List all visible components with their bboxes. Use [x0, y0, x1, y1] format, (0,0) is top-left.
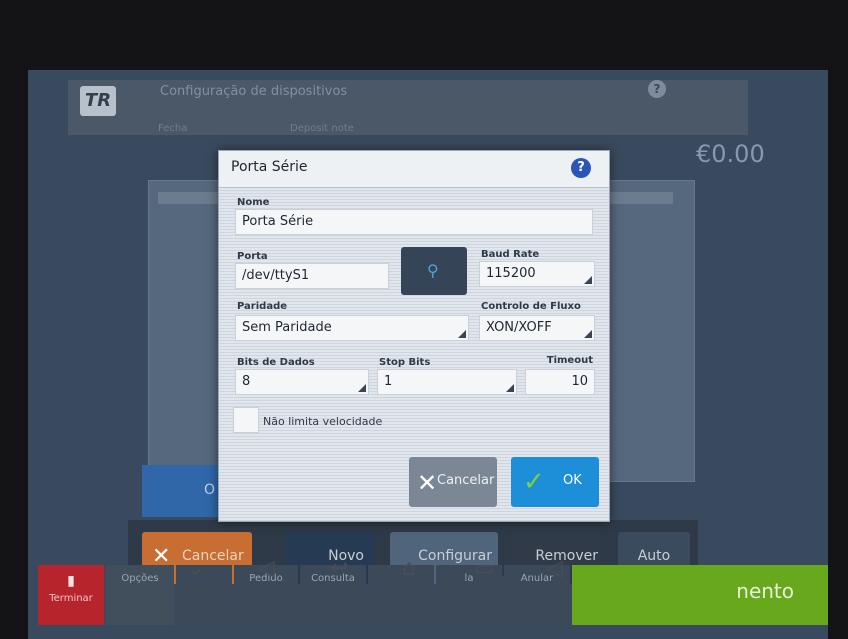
background-remover-label: Remover [535, 548, 598, 564]
stop-bits-select[interactable]: 1 [377, 369, 517, 395]
app-logo: TR [80, 86, 116, 116]
opcoes-label: Opções [121, 573, 159, 584]
close-icon: ✕ [417, 469, 438, 497]
search-port-button[interactable]: ⚲ [401, 247, 467, 295]
timeout-input[interactable]: 10 [525, 369, 595, 395]
terminar-button: ▮ Terminar [38, 565, 104, 625]
controlo-fluxo-label: Controlo de Fluxo [481, 301, 581, 312]
search-icon: ⚲ [427, 261, 439, 280]
stop-bits-label: Stop Bits [379, 357, 431, 368]
opcoes-button: Opções [106, 565, 174, 625]
background-subheader-left: Fecha [158, 123, 188, 134]
ok-button[interactable]: ✓ OK [511, 457, 599, 507]
controlo-fluxo-select[interactable]: XON/XOFF [479, 315, 595, 341]
baud-rate-select[interactable]: 115200 [479, 261, 595, 287]
paridade-select[interactable]: Sem Paridade [235, 315, 469, 341]
baud-rate-label: Baud Rate [481, 249, 540, 260]
stop-bits-value: 1 [384, 374, 393, 389]
bottom-button-6 [368, 565, 434, 625]
nao-limita-velocidade-label: Não limita velocidade [263, 415, 383, 428]
dropdown-corner-icon [358, 384, 366, 392]
pagamento-button: nento [572, 565, 828, 625]
background-ok-label: O [204, 482, 216, 498]
terminar-label: Terminar [49, 593, 93, 604]
background-auto-label: Auto [637, 548, 671, 564]
cancel-label: Cancelar [437, 473, 495, 488]
bits-dados-select[interactable]: 8 [235, 369, 369, 395]
background-help-icon: ? [648, 80, 666, 98]
controlo-fluxo-value: XON/XOFF [486, 320, 552, 335]
background-total: €0.00 [696, 140, 765, 168]
ok-label: OK [563, 473, 582, 488]
cancel-button[interactable]: ✕ Cancelar [409, 457, 497, 507]
porta-label: Porta [237, 251, 268, 262]
nao-limita-velocidade-checkbox[interactable] [233, 407, 259, 433]
dropdown-corner-icon [584, 330, 592, 338]
background-subheader-right: Deposit note [290, 123, 354, 134]
bits-dados-value: 8 [242, 374, 251, 389]
paridade-label: Paridade [237, 301, 288, 312]
serial-port-dialog: Porta Série ? Nome Porta Série Porta /de… [218, 150, 610, 522]
door-exit-icon: ▮ [67, 573, 75, 589]
volume-icon: ◁ [258, 556, 275, 581]
dialog-title: Porta Série [231, 159, 308, 175]
dropdown-corner-icon [506, 384, 514, 392]
recent-apps-icon: ▭ [474, 556, 495, 581]
bits-dados-label: Bits de Dados [237, 357, 315, 368]
checkmark-icon: ✓ [523, 467, 545, 497]
paridade-value: Sem Paridade [242, 320, 332, 335]
porta-input[interactable]: /dev/ttyS1 [235, 263, 389, 289]
background-window-title: Configuração de dispositivos [160, 84, 348, 99]
nome-label: Nome [237, 197, 270, 208]
pagamento-label: nento [736, 579, 794, 603]
volume-up-icon: ◁ [546, 556, 563, 581]
home-icon: ⌂ [402, 556, 416, 581]
nome-input[interactable]: Porta Série [235, 209, 593, 235]
help-icon[interactable]: ? [571, 158, 591, 178]
dropdown-corner-icon [458, 330, 466, 338]
timeout-label: Timeout [546, 355, 593, 366]
baud-rate-value: 115200 [486, 266, 536, 281]
dropdown-corner-icon [584, 276, 592, 284]
back-icon: ↩ [330, 556, 349, 581]
chevron-down-icon: ⌄ [186, 556, 205, 581]
